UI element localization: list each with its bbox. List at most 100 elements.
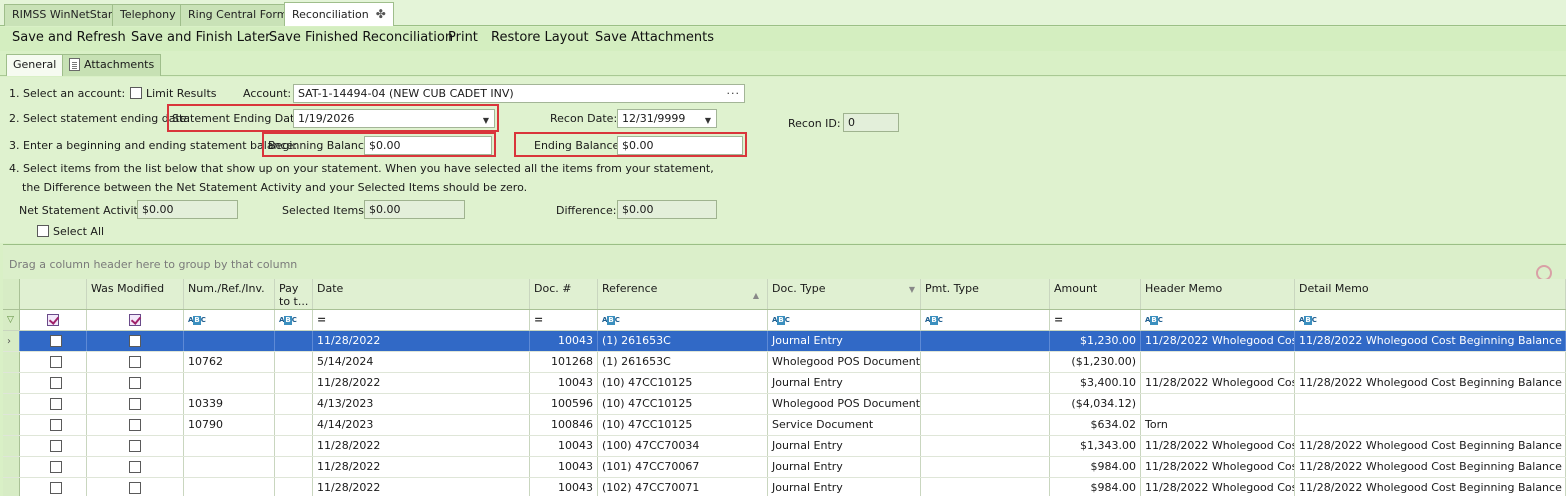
header-pmt-type[interactable]: Pmt. Type (921, 279, 1050, 309)
header-doc-num[interactable]: Doc. # (530, 279, 598, 309)
cell-header-memo[interactable] (1141, 352, 1295, 372)
cell-pay-to[interactable] (275, 331, 313, 351)
table-row[interactable]: 11/28/2022 10043 (100) 47CC70034 Journal En… (3, 436, 1566, 457)
cell-num-ref-inv[interactable] (184, 331, 275, 351)
checked-filter-icon[interactable] (129, 314, 141, 326)
cell-doc-num[interactable]: 100596 (530, 394, 598, 414)
row-indicator[interactable] (3, 373, 20, 393)
filter-reference[interactable]: ABC (598, 310, 768, 330)
header-select[interactable] (20, 279, 87, 309)
cell-pay-to[interactable] (275, 436, 313, 456)
cell-header-memo[interactable]: 11/28/2022 Wholegood Cos... (1141, 436, 1295, 456)
row-indicator[interactable] (3, 415, 20, 435)
tab-telephony[interactable]: Telephony (112, 4, 184, 26)
cell-pmt-type[interactable] (921, 436, 1050, 456)
was-modified-checkbox[interactable] (129, 440, 141, 452)
cell-amount[interactable]: ($1,230.00) (1050, 352, 1141, 372)
ellipsis-icon[interactable]: ··· (727, 85, 741, 102)
cell-header-memo[interactable]: Torn (1141, 415, 1295, 435)
table-row[interactable]: › 11/28/2022 10043 (1) 261653C Journal Entry… (3, 331, 1566, 352)
cell-amount[interactable]: ($4,034.12) (1050, 394, 1141, 414)
filter-doc-num[interactable]: = (530, 310, 598, 330)
cell-date[interactable]: 5/14/2024 (313, 352, 530, 372)
was-modified-checkbox[interactable] (129, 356, 141, 368)
pin-icon[interactable]: ✤ (376, 3, 386, 25)
cell-reference[interactable]: (1) 261653C (598, 331, 768, 351)
cell-doc-type[interactable]: Journal Entry (768, 373, 921, 393)
cell-date[interactable]: 11/28/2022 (313, 373, 530, 393)
cell-pmt-type[interactable] (921, 478, 1050, 496)
cell-pay-to[interactable] (275, 352, 313, 372)
select-checkbox[interactable] (50, 377, 62, 389)
filter-detail-memo[interactable]: ABC (1295, 310, 1566, 330)
cell-amount[interactable]: $984.00 (1050, 457, 1141, 477)
table-row[interactable]: 10790 4/14/2023 100846 (10) 47CC10125 Servic… (3, 415, 1566, 436)
cell-num-ref-inv[interactable] (184, 478, 275, 496)
cell-date[interactable]: 11/28/2022 (313, 478, 530, 496)
cell-reference[interactable]: (1) 261653C (598, 352, 768, 372)
row-indicator[interactable] (3, 436, 20, 456)
cell-pay-to[interactable] (275, 415, 313, 435)
cell-amount[interactable]: $1,343.00 (1050, 436, 1141, 456)
table-row[interactable]: 10339 4/13/2023 100596 (10) 47CC10125 Wholeg… (3, 394, 1566, 415)
cell-num-ref-inv[interactable]: 10762 (184, 352, 275, 372)
cell-reference[interactable]: (100) 47CC70034 (598, 436, 768, 456)
filter-amount[interactable]: = (1050, 310, 1141, 330)
cell-date[interactable]: 11/28/2022 (313, 436, 530, 456)
select-checkbox[interactable] (50, 419, 62, 431)
cell-num-ref-inv[interactable] (184, 457, 275, 477)
cell-detail-memo[interactable]: 11/28/2022 Wholegood Cost Beginning Bala… (1295, 457, 1566, 477)
cell-doc-type[interactable]: Wholegood POS Document (768, 352, 921, 372)
recon-date-field[interactable]: 12/31/9999 ▼ (617, 109, 717, 128)
cell-doc-num[interactable]: 101268 (530, 352, 598, 372)
cell-doc-num[interactable]: 10043 (530, 373, 598, 393)
chevron-down-icon[interactable]: ▼ (705, 112, 711, 127)
print-button[interactable]: Print (448, 30, 478, 45)
header-doc-type[interactable]: Doc. Type ▼ (768, 279, 921, 309)
cell-pmt-type[interactable] (921, 352, 1050, 372)
select-checkbox[interactable] (50, 335, 62, 347)
checked-filter-icon[interactable] (47, 314, 59, 326)
row-indicator[interactable] (3, 478, 20, 496)
cell-doc-num[interactable]: 10043 (530, 457, 598, 477)
row-indicator[interactable] (3, 394, 20, 414)
filter-pmt-type[interactable]: ABC (921, 310, 1050, 330)
tab-rimss-winnetstar[interactable]: RIMSS WinNetStar (4, 4, 121, 26)
statement-ending-date-field[interactable]: 1/19/2026 ▼ (293, 109, 495, 128)
cell-pmt-type[interactable] (921, 394, 1050, 414)
cell-doc-type[interactable]: Journal Entry (768, 478, 921, 496)
cell-pay-to[interactable] (275, 478, 313, 496)
cell-pay-to[interactable] (275, 394, 313, 414)
cell-detail-memo[interactable]: 11/28/2022 Wholegood Cost Beginning Bala… (1295, 331, 1566, 351)
cell-pay-to[interactable] (275, 457, 313, 477)
select-checkbox[interactable] (50, 356, 62, 368)
was-modified-checkbox[interactable] (129, 398, 141, 410)
filter-was-modified[interactable] (87, 310, 184, 330)
cell-amount[interactable]: $984.00 (1050, 478, 1141, 496)
header-was-modified[interactable]: Was Modified (87, 279, 184, 309)
save-and-finish-later-button[interactable]: Save and Finish Later (131, 30, 270, 45)
cell-header-memo[interactable]: 11/28/2022 Wholegood Cos... (1141, 478, 1295, 496)
select-all-checkbox[interactable] (37, 225, 49, 237)
header-header-memo[interactable]: Header Memo (1141, 279, 1295, 309)
cell-detail-memo[interactable]: 11/28/2022 Wholegood Cost Beginning Bala… (1295, 436, 1566, 456)
tab-attachments[interactable]: Attachments (62, 54, 162, 76)
cell-date[interactable]: 11/28/2022 (313, 457, 530, 477)
cell-doc-num[interactable]: 100846 (530, 415, 598, 435)
table-row[interactable]: 11/28/2022 10043 (102) 47CC70071 Journal En… (3, 478, 1566, 496)
cell-doc-type[interactable]: Service Document (768, 415, 921, 435)
table-row[interactable]: 11/28/2022 10043 (101) 47CC70067 Journal En… (3, 457, 1566, 478)
table-row[interactable]: 10762 5/14/2024 101268 (1) 261653C Wholegood… (3, 352, 1566, 373)
cell-reference[interactable]: (102) 47CC70071 (598, 478, 768, 496)
cell-reference[interactable]: (10) 47CC10125 (598, 415, 768, 435)
cell-date[interactable]: 4/13/2023 (313, 394, 530, 414)
header-pay-to[interactable]: Pay to t... (275, 279, 313, 309)
cell-num-ref-inv[interactable]: 10790 (184, 415, 275, 435)
was-modified-checkbox[interactable] (129, 482, 141, 494)
ending-balance-field[interactable]: $0.00 (617, 136, 743, 155)
select-checkbox[interactable] (50, 440, 62, 452)
select-checkbox[interactable] (50, 482, 62, 494)
cell-pmt-type[interactable] (921, 331, 1050, 351)
cell-header-memo[interactable]: 11/28/2022 Wholegood Cos... (1141, 331, 1295, 351)
account-field[interactable]: SAT-1-14494-04 (NEW CUB CADET INV) ··· (293, 84, 745, 103)
